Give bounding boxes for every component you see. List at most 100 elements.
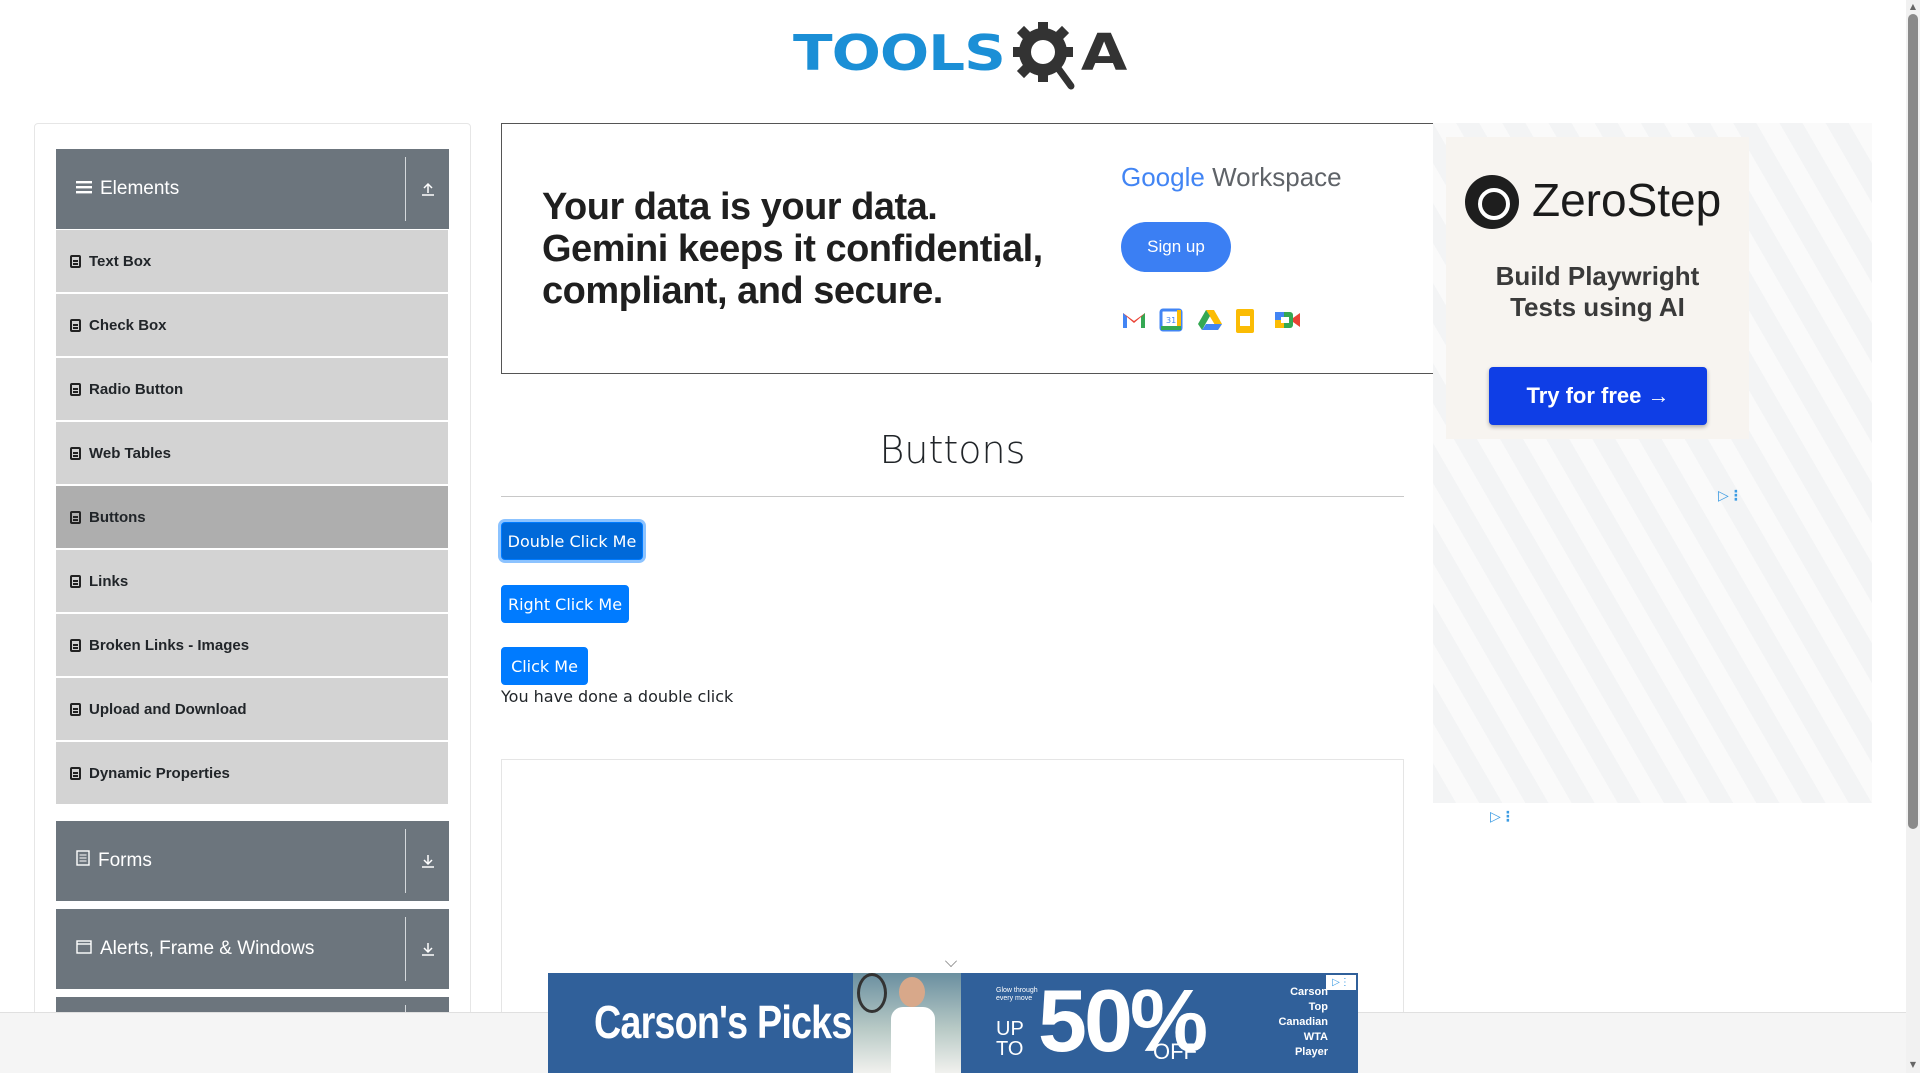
docs-icon <box>1235 308 1261 333</box>
sidebar-item-broken-links[interactable]: Broken Links - Images <box>56 614 448 676</box>
zerostep-ad[interactable]: ZeroStep Build Playwright Tests using AI… <box>1433 123 1872 803</box>
sidebar-group-forms[interactable]: Forms <box>56 821 449 901</box>
ad-tagline-line: every move <box>996 995 1033 1002</box>
sidebar-item-label: Web Tables <box>89 444 171 462</box>
google-wordmark: Google <box>1121 162 1205 192</box>
divider <box>405 157 406 221</box>
page-title: Buttons <box>879 428 1026 472</box>
logo-text-end: A <box>1080 23 1128 83</box>
sidebar-group-label: Alerts, Frame & Windows <box>100 938 315 959</box>
sidebar-item-label: Text Box <box>89 252 152 270</box>
sidebar: Elements Text Box Check Box Radio Button… <box>34 123 471 1063</box>
arrow-down-icon[interactable] <box>417 938 439 960</box>
sidebar-item-check-box[interactable]: Check Box <box>56 294 448 356</box>
click-me-button[interactable]: Click Me <box>501 647 588 685</box>
google-workspace-ad[interactable]: Your data is your data. Gemini keeps it … <box>501 123 1435 374</box>
ad-player-text: Carson Top Canadian WTA Player <box>1248 985 1328 1060</box>
ad-subtitle-line: Build Playwright <box>1495 261 1700 291</box>
divider <box>501 496 1404 497</box>
logo-text: TOOLS <box>793 24 1006 82</box>
head-shape <box>899 977 925 1007</box>
sidebar-group-label: Elements <box>100 178 180 199</box>
list-icon <box>70 382 81 396</box>
carsons-picks-ad[interactable]: Carson's Picks Glow through every move U… <box>548 973 1358 1073</box>
ad-headline-line: Gemini keeps it confidential, <box>542 228 1043 270</box>
tennis-player-image <box>853 973 961 1073</box>
list-icon <box>70 510 81 524</box>
hamburger-icon <box>76 178 92 200</box>
scroll-up-icon[interactable]: ▲ <box>1908 2 1918 12</box>
ad-card: ZeroStep Build Playwright Tests using AI… <box>1446 137 1749 439</box>
svg-text:31: 31 <box>1166 316 1176 325</box>
sidebar-item-label: Dynamic Properties <box>89 764 230 782</box>
arrow-down-icon[interactable] <box>417 850 439 872</box>
sidebar-group-elements[interactable]: Elements <box>56 149 449 229</box>
ad-tagline-line: Glow through <box>996 987 1038 994</box>
list-icon <box>70 446 81 460</box>
ad-player-line: Carson <box>1290 986 1328 998</box>
signup-button[interactable]: Sign up <box>1121 222 1231 272</box>
ad-headline-line: compliant, and secure. <box>542 270 943 312</box>
ad-brand: ZeroStep <box>1532 174 1722 226</box>
sidebar-item-radio-button[interactable]: Radio Button <box>56 358 448 420</box>
ad-to-text: TO <box>996 1038 1024 1060</box>
ad-player-line: Player <box>1294 1046 1328 1058</box>
gmail-icon <box>1121 308 1147 332</box>
sidebar-group-alerts[interactable]: Alerts, Frame & Windows <box>56 909 449 989</box>
list-icon <box>70 574 81 588</box>
body-shape <box>891 1007 935 1073</box>
sidebar-item-links[interactable]: Links <box>56 550 448 612</box>
divider <box>405 917 406 981</box>
workspace-app-icons: 31 <box>1121 308 1300 333</box>
form-icon <box>76 850 90 872</box>
sidebar-group-label: Forms <box>98 850 152 871</box>
ad-off: OFF <box>1153 1039 1197 1064</box>
sidebar-item-text-box[interactable]: Text Box <box>56 230 448 292</box>
racket-shape <box>857 973 887 1013</box>
zerostep-logo-icon <box>1465 175 1519 229</box>
ad-brand: Carson's Picks <box>594 996 852 1048</box>
meet-icon <box>1273 308 1300 332</box>
sidebar-item-dynamic-properties[interactable]: Dynamic Properties <box>56 742 448 804</box>
sidebar-item-web-tables[interactable]: Web Tables <box>56 422 448 484</box>
sidebar-item-label: Buttons <box>89 508 146 526</box>
sidebar-item-upload-download[interactable]: Upload and Download <box>56 678 448 740</box>
workspace-wordmark: Workspace <box>1212 162 1342 192</box>
ad-subtitle: Build Playwright Tests using AI <box>1446 261 1749 323</box>
sidebar-item-label: Links <box>89 572 129 590</box>
toolsqa-logo[interactable]: TOOLS A <box>793 14 1127 92</box>
scrollbar-thumb[interactable] <box>1908 14 1918 829</box>
window-icon <box>76 938 92 960</box>
sidebar-item-buttons[interactable]: Buttons <box>56 486 448 548</box>
divider <box>405 829 406 893</box>
adchoices-close-icon[interactable]: ▷⋮ <box>1326 975 1356 990</box>
list-icon <box>70 638 81 652</box>
sidebar-item-label: Check Box <box>89 316 167 334</box>
ad-player-line: Top <box>1308 1001 1328 1013</box>
try-for-free-button[interactable]: Try for free → <box>1489 367 1707 425</box>
ad-tagline: Glow through every move <box>996 987 1038 1003</box>
sidebar-item-label: Radio Button <box>89 380 184 398</box>
list-icon <box>70 766 81 780</box>
ad-upto: UP TO <box>996 1019 1024 1059</box>
ad-player-line: Canadian <box>1278 1016 1328 1028</box>
adchoices-icon[interactable]: ▷⋮ <box>1490 809 1515 825</box>
scroll-down-icon[interactable]: ▼ <box>1908 1060 1918 1070</box>
list-icon <box>70 318 81 332</box>
sidebar-item-label: Broken Links - Images <box>89 636 250 654</box>
arrow-up-icon[interactable] <box>417 178 439 200</box>
ad-up-text: UP <box>996 1018 1024 1040</box>
ad-player-line: WTA <box>1303 1031 1328 1043</box>
right-click-button[interactable]: Right Click Me <box>501 585 629 623</box>
double-click-button[interactable]: Double Click Me <box>501 522 643 560</box>
sidebar-item-label: Upload and Download <box>89 700 247 718</box>
adchoices-icon[interactable]: ▷⋮ <box>1718 488 1743 504</box>
ad-headline-line: Your data is your data. <box>542 186 938 228</box>
google-workspace-logo: Google Workspace <box>1121 162 1342 193</box>
double-click-message: You have done a double click <box>501 687 734 706</box>
calendar-icon: 31 <box>1159 308 1185 332</box>
gear-icon <box>1007 14 1085 92</box>
drive-icon <box>1197 308 1223 332</box>
ad-headline: Your data is your data. Gemini keeps it … <box>542 186 1043 312</box>
list-icon <box>70 254 81 268</box>
